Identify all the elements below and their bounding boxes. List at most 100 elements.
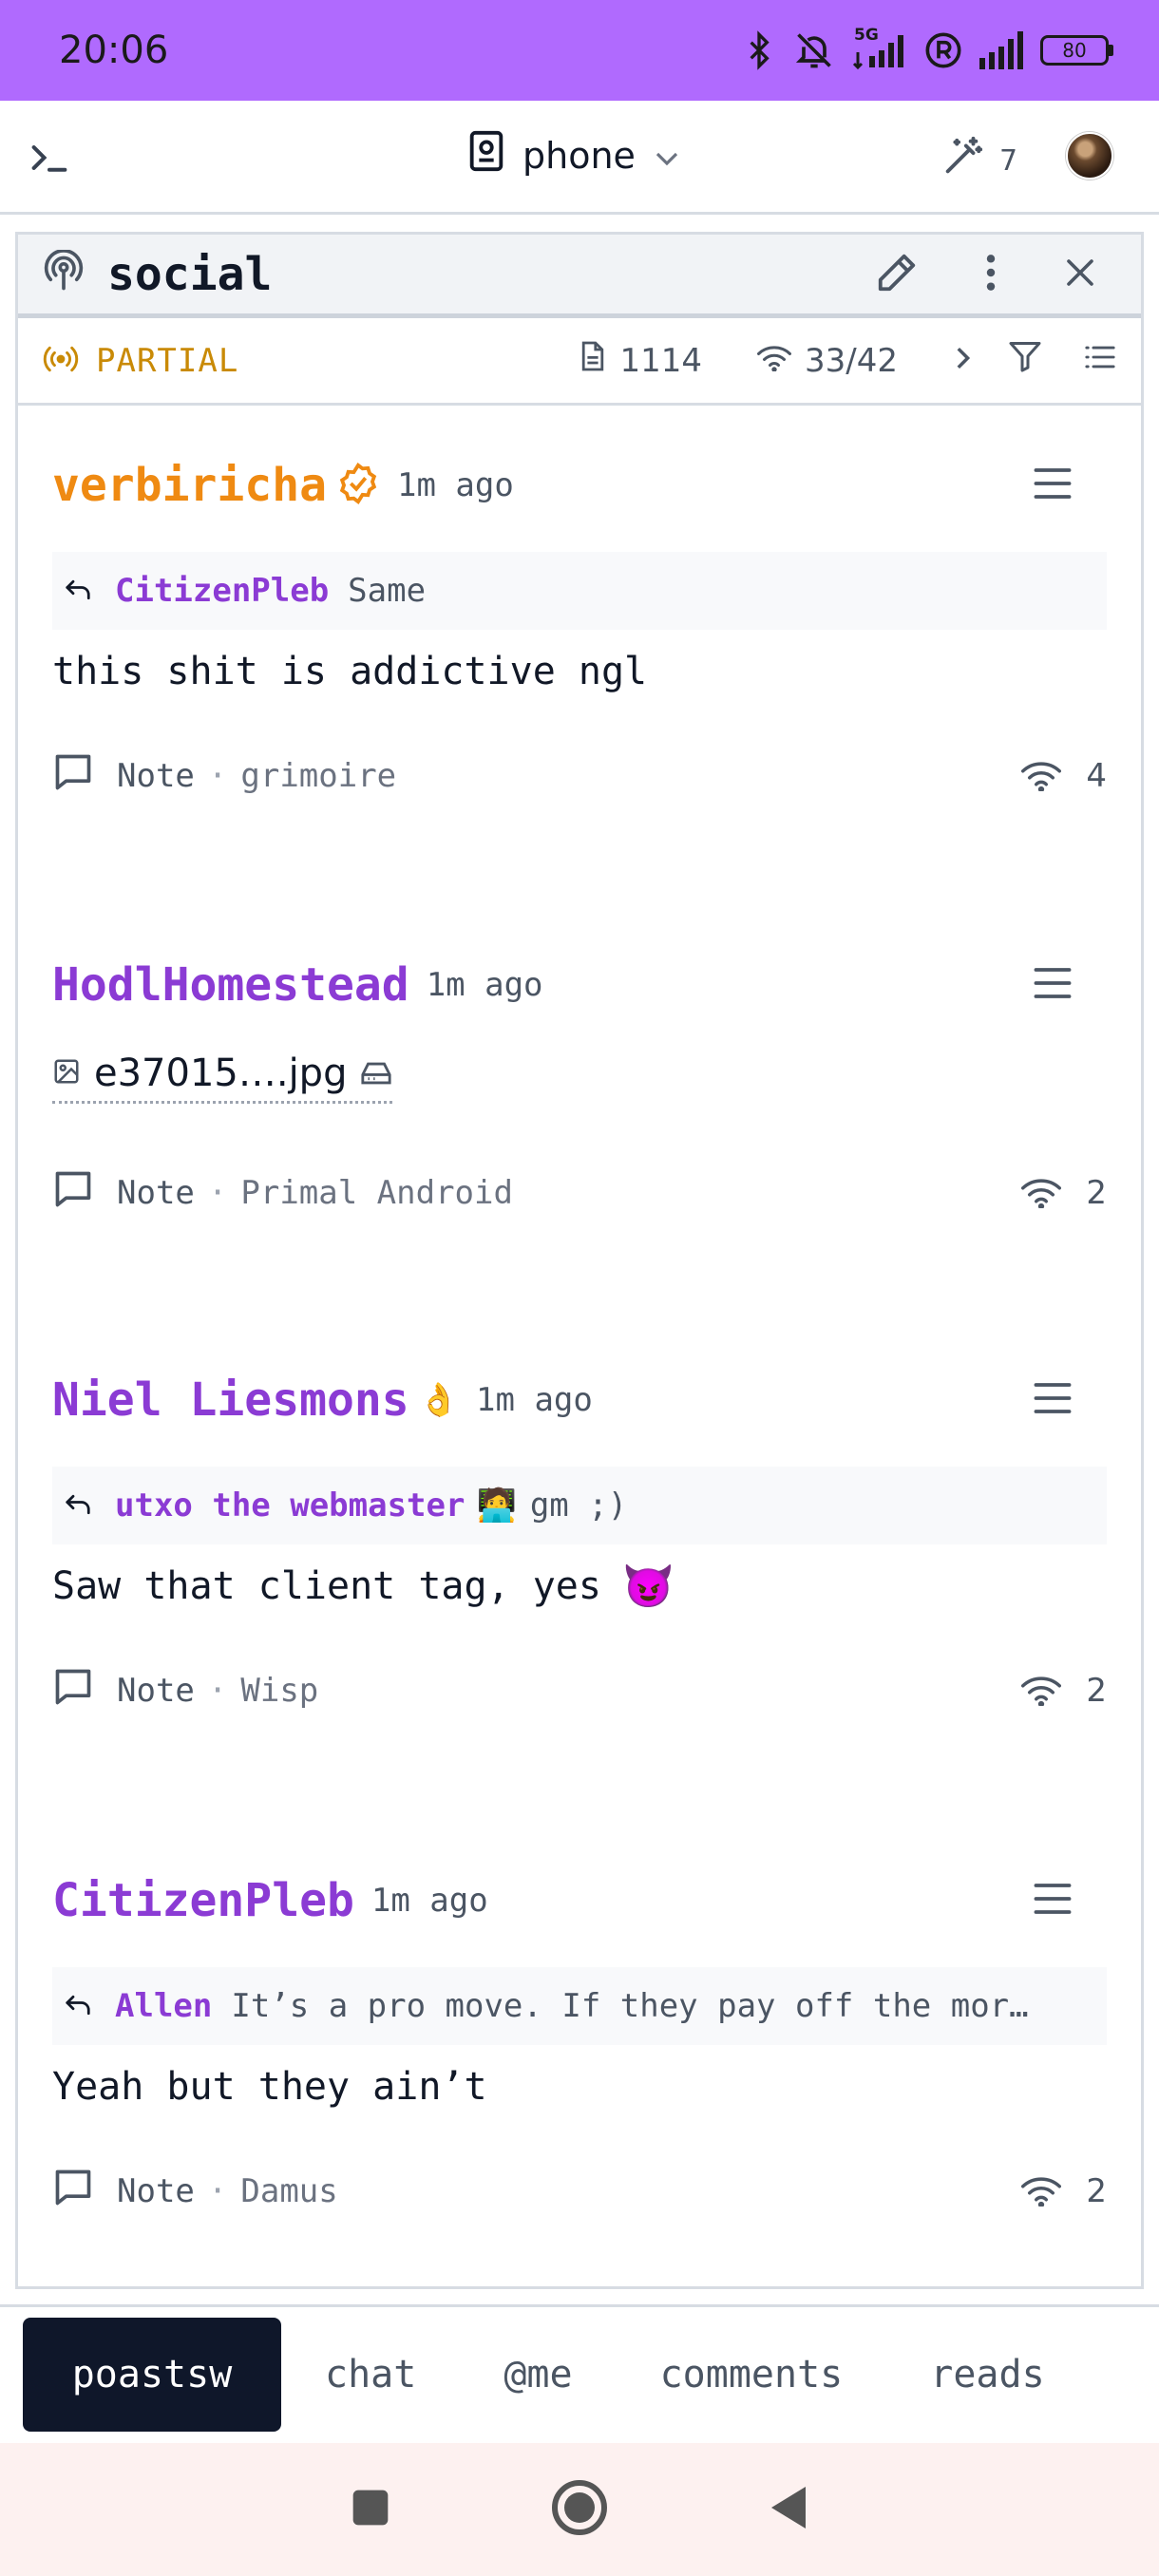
status-bar: 20:06 5G 80 — [0, 0, 1159, 101]
post-client: Damus — [240, 2172, 338, 2210]
note-icon — [52, 751, 94, 802]
post-time: 1m ago — [426, 966, 543, 1004]
reply-author-emoji: 🧑‍💻 — [476, 1487, 517, 1525]
feed-post[interactable]: verbiricha 1m ago CitizenPleb Same this … — [18, 447, 1141, 805]
reply-arrow-icon — [64, 1987, 92, 2025]
tab-me[interactable]: @me — [460, 2318, 616, 2432]
post-author[interactable]: CitizenPleb — [52, 1874, 354, 1927]
image-attachment[interactable]: e37015….jpg — [52, 1051, 393, 1104]
post-meta: Note · Damus 2 — [52, 2163, 1107, 2220]
home-icon[interactable] — [549, 2477, 610, 2542]
post-kind: Note — [117, 1174, 195, 1212]
list-icon[interactable] — [1084, 342, 1116, 380]
note-icon — [52, 1168, 94, 1219]
post-relays[interactable]: 4 — [1021, 757, 1107, 795]
post-client: Wisp — [240, 1672, 319, 1710]
reply-arrow-icon — [64, 572, 92, 610]
relay-count: 2 — [1086, 2172, 1107, 2210]
social-panel: social PARTIAL 1114 33/42 verbiricha 1m … — [15, 232, 1144, 2289]
bottom-tabs: poastsw chat @me comments reads — [0, 2304, 1159, 2441]
close-icon[interactable] — [1063, 256, 1097, 294]
tab-comments[interactable]: comments — [617, 2318, 887, 2432]
panel-header: social — [18, 235, 1141, 318]
feed-post[interactable]: Niel Liesmons 👌 1m ago utxo the webmaste… — [18, 1362, 1141, 1719]
reply-text: Same — [348, 572, 427, 610]
event-count: 1114 — [619, 341, 703, 380]
edit-icon[interactable] — [875, 251, 919, 298]
post-kind: Note — [117, 757, 195, 795]
relay-count: 2 — [1086, 1174, 1107, 1212]
content-emoji: 😈 — [621, 1563, 674, 1611]
post-menu-icon[interactable] — [1033, 1379, 1073, 1421]
reply-arrow-icon — [64, 1487, 92, 1525]
feed-post[interactable]: HodlHomestead 1m ago e37015….jpg Note · … — [18, 947, 1141, 1222]
battery-level: 80 — [1040, 35, 1109, 66]
reply-text: It’s a pro move. If they pay off the mor… — [231, 1987, 1029, 2025]
panel-title: social — [107, 247, 273, 301]
reply-author[interactable]: utxo the webmaster — [115, 1487, 465, 1525]
recent-apps-icon[interactable] — [350, 2487, 391, 2532]
more-options-icon[interactable] — [985, 252, 997, 297]
post-meta: Note · Primal Android 2 — [52, 1165, 1107, 1222]
feed-status-bar: PARTIAL 1114 33/42 — [18, 318, 1141, 406]
post-meta: Note · Wisp 2 — [52, 1662, 1107, 1719]
post-client: grimoire — [240, 757, 397, 795]
reply-context[interactable]: utxo the webmaster 🧑‍💻 gm ;) — [52, 1467, 1107, 1544]
post-kind: Note — [117, 1672, 195, 1710]
avatar[interactable] — [1066, 132, 1113, 180]
post-time: 1m ago — [476, 1381, 593, 1419]
magic-wand-button[interactable]: 7 — [940, 135, 1017, 186]
terminal-icon[interactable] — [28, 139, 70, 180]
filter-icon[interactable] — [1008, 340, 1042, 381]
tab-reads[interactable]: reads — [886, 2318, 1088, 2432]
bluetooth-icon — [740, 29, 778, 71]
chevron-right-icon[interactable] — [953, 342, 972, 380]
wifi-icon — [757, 342, 792, 380]
note-icon — [52, 2167, 94, 2217]
post-content-row: Saw that client tag, yes 😈 — [52, 1558, 1107, 1615]
back-icon[interactable] — [768, 2483, 809, 2536]
reply-author[interactable]: Allen — [115, 1987, 212, 2025]
reply-context[interactable]: Allen It’s a pro move. If they pay off t… — [52, 1967, 1107, 2045]
status-time: 20:06 — [59, 28, 169, 72]
device-selector[interactable]: phone — [467, 129, 681, 181]
tab-chat[interactable]: chat — [281, 2318, 460, 2432]
post-kind: Note — [117, 2172, 195, 2210]
post-relays[interactable]: 2 — [1021, 1672, 1107, 1710]
post-relays[interactable]: 2 — [1021, 2172, 1107, 2210]
magic-wand-icon — [940, 135, 984, 186]
system-nav-bar — [0, 2443, 1159, 2576]
relay-count: 4 — [1086, 757, 1107, 795]
document-icon — [580, 340, 606, 381]
relay-count: 33/42 — [805, 341, 898, 380]
feed-status: PARTIAL — [96, 341, 239, 380]
reply-context[interactable]: CitizenPleb Same — [52, 552, 1107, 630]
post-menu-icon[interactable] — [1033, 964, 1073, 1006]
post-author[interactable]: Niel Liesmons — [52, 1373, 409, 1427]
top-bar: phone 7 — [0, 101, 1159, 215]
note-icon — [52, 1666, 94, 1716]
post-author[interactable]: HodlHomestead — [52, 958, 409, 1012]
feed-post[interactable]: CitizenPleb 1m ago Allen It’s a pro move… — [18, 1863, 1141, 2220]
relay-count: 2 — [1086, 1672, 1107, 1710]
bell-off-icon — [793, 29, 835, 71]
post-client: Primal Android — [240, 1174, 513, 1212]
post-time: 1m ago — [370, 1882, 488, 1920]
battery-icon: 80 — [1040, 35, 1113, 66]
post-menu-icon[interactable] — [1033, 464, 1073, 506]
device-label: phone — [522, 134, 636, 177]
podcast-icon — [43, 248, 85, 299]
post-menu-icon[interactable] — [1033, 1880, 1073, 1922]
tab-poastsw[interactable]: poastsw — [23, 2317, 281, 2432]
magic-wand-count: 7 — [999, 143, 1018, 178]
post-content: Saw that client tag, yes — [52, 1564, 601, 1608]
verified-badge-icon — [336, 462, 380, 509]
reply-author[interactable]: CitizenPleb — [115, 572, 329, 610]
post-relays[interactable]: 2 — [1021, 1174, 1107, 1212]
registered-icon — [924, 31, 962, 69]
post-author[interactable]: verbiricha — [52, 459, 327, 512]
attachment-name: e37015….jpg — [94, 1051, 348, 1095]
signal-icon — [978, 31, 1025, 69]
signal-5g-icon: 5G — [850, 26, 909, 71]
device-icon — [467, 129, 505, 181]
